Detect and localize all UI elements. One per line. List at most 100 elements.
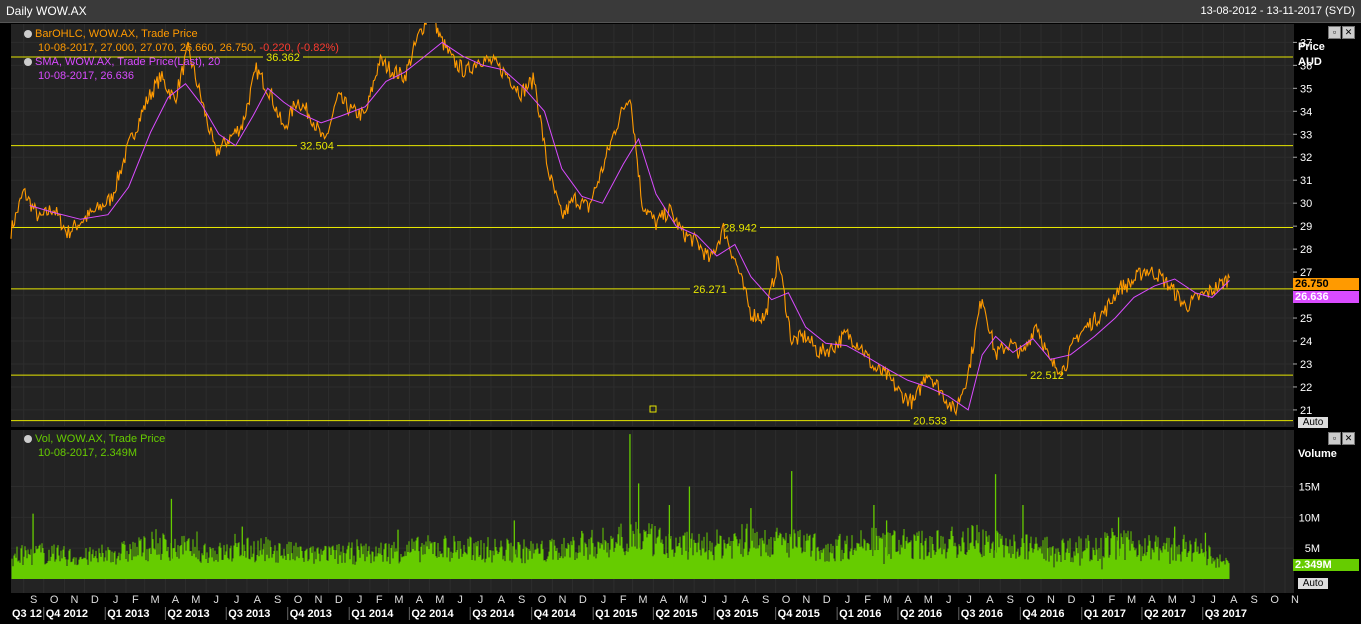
month-tick-label: N <box>802 594 810 606</box>
month-tick-label: D <box>823 594 831 606</box>
ohlc-legend-values: 10-08-2017, 27.000, 27.070, 26.660, 26.7… <box>38 42 257 54</box>
price-tick-label: 33 <box>1300 129 1312 141</box>
volume-settings-icon[interactable] <box>24 435 32 443</box>
month-tick-label: J <box>357 594 363 606</box>
price-pane[interactable] <box>11 24 1294 427</box>
volume-legend-title: Vol, WOW.AX, Trade Price <box>35 433 166 445</box>
volume-pane-restore-icon[interactable]: ▫ <box>1328 432 1341 445</box>
month-tick-label: A <box>498 594 506 606</box>
month-tick-label: O <box>782 594 791 606</box>
quarter-tick-label: Q4 2016 <box>1022 608 1064 620</box>
price-auto-button[interactable]: Auto <box>1298 417 1328 428</box>
quarter-tick-label: Q1 2016 <box>839 608 881 620</box>
quarter-tick-label: Q1 2017 <box>1084 608 1126 620</box>
month-tick-label: A <box>416 594 424 606</box>
month-tick-label: J <box>966 594 972 606</box>
horizontal-line-label: 26.271 <box>693 284 727 296</box>
month-tick-label: N <box>1291 594 1299 606</box>
month-tick-label: A <box>1148 594 1156 606</box>
window-titlebar: Daily WOW.AX 13-08-2012 - 13-11-2017 (SY… <box>0 0 1361 23</box>
ohlc-legend[interactable]: BarOHLC, WOW.AX, Trade Price 10-08-2017,… <box>24 27 339 55</box>
quarter-tick-label: Q2 2015 <box>655 608 697 620</box>
month-tick-label: A <box>254 594 262 606</box>
last-sma-tag: 26.636 <box>1293 291 1359 303</box>
price-tick-label: 31 <box>1300 175 1312 187</box>
month-tick-label: A <box>1230 594 1238 606</box>
month-tick-label: J <box>1190 594 1196 606</box>
month-tick-label: N <box>314 594 322 606</box>
volume-auto-button[interactable]: Auto <box>1298 578 1328 589</box>
month-tick-label: J <box>457 594 463 606</box>
sma-settings-icon[interactable] <box>24 58 32 66</box>
sma-legend[interactable]: SMA, WOW.AX, Trade Price(Last), 20 10-08… <box>24 55 220 83</box>
ohlc-settings-icon[interactable] <box>24 30 32 38</box>
month-tick-label: M <box>883 594 892 606</box>
month-tick-label: A <box>904 594 912 606</box>
price-pane-close-icon[interactable]: ✕ <box>1342 26 1355 39</box>
quarter-tick-label: Q1 2013 <box>107 608 149 620</box>
month-tick-label: N <box>558 594 566 606</box>
volume-pane-close-icon[interactable]: ✕ <box>1342 432 1355 445</box>
price-tick-label: 30 <box>1300 198 1312 210</box>
month-tick-label: M <box>1127 594 1136 606</box>
ohlc-legend-change: -0.220, (-0.82%) <box>259 42 339 54</box>
month-tick-label: F <box>864 594 871 606</box>
sma-legend-values: 10-08-2017, 26.636 <box>38 70 135 82</box>
quarter-tick-label: Q4 2012 <box>46 608 88 620</box>
month-tick-label: N <box>1047 594 1055 606</box>
month-tick-label: J <box>722 594 728 606</box>
month-tick-label: O <box>1270 594 1279 606</box>
month-tick-label: O <box>538 594 547 606</box>
volume-tick-label: 10M <box>1299 512 1320 524</box>
quarter-tick-label: Q2 2013 <box>167 608 209 620</box>
month-tick-label: J <box>845 594 851 606</box>
volume-legend[interactable]: Vol, WOW.AX, Trade Price 10-08-2017, 2.3… <box>24 432 165 460</box>
month-tick-label: J <box>478 594 484 606</box>
month-tick-label: O <box>294 594 303 606</box>
volume-legend-values: 10-08-2017, 2.349M <box>38 447 138 459</box>
month-tick-label: M <box>1168 594 1177 606</box>
month-tick-label: D <box>91 594 99 606</box>
month-tick-label: A <box>660 594 668 606</box>
month-tick-label: A <box>172 594 180 606</box>
quarter-tick-label: Q2 2017 <box>1144 608 1186 620</box>
month-tick-label: D <box>579 594 587 606</box>
month-tick-label: M <box>435 594 444 606</box>
ohlc-legend-title: BarOHLC, WOW.AX, Trade Price <box>35 28 198 40</box>
month-tick-label: F <box>620 594 627 606</box>
quarter-tick-label: Q1 2015 <box>595 608 637 620</box>
month-tick-label: M <box>679 594 688 606</box>
month-tick-label: S <box>30 594 37 606</box>
volume-axis-title: Volume <box>1298 448 1337 460</box>
month-tick-label: F <box>132 594 139 606</box>
sma-legend-title: SMA, WOW.AX, Trade Price(Last), 20 <box>35 56 221 68</box>
price-tick-label: 23 <box>1300 359 1312 371</box>
last-volume-tag: 2.349M <box>1293 559 1359 571</box>
horizontal-line-label: 22.512 <box>1030 370 1064 382</box>
month-tick-label: F <box>1108 594 1115 606</box>
price-tick-label: 32 <box>1300 152 1312 164</box>
price-tick-label: 21 <box>1300 405 1312 417</box>
quarter-tick-label: Q2 2014 <box>411 608 454 620</box>
quarter-tick-label: Q3 12 <box>12 608 42 620</box>
month-tick-label: J <box>1210 594 1216 606</box>
price-tick-label: 24 <box>1300 336 1312 348</box>
chart-canvas[interactable]: 36.36232.50428.94226.27122.51220.533 212… <box>0 23 1361 624</box>
month-tick-label: J <box>113 594 119 606</box>
quarter-tick-label: Q4 2014 <box>534 608 577 620</box>
month-tick-label: M <box>924 594 933 606</box>
quarter-axis: Q3 12 Q4 2012 Q1 2013 Q2 2013 Q3 2013 Q4 2013… <box>12 607 1247 620</box>
quarter-tick-label: Q3 2016 <box>961 608 1003 620</box>
month-tick-label: O <box>50 594 59 606</box>
price-axis-title: Price <box>1298 41 1325 53</box>
price-pane-restore-icon[interactable]: ▫ <box>1328 26 1341 39</box>
quarter-tick-label: Q3 2017 <box>1205 608 1247 620</box>
month-tick-label: D <box>335 594 343 606</box>
price-tick-label: 22 <box>1300 382 1312 394</box>
quarter-tick-label: Q3 2013 <box>228 608 270 620</box>
month-tick-label: A <box>986 594 994 606</box>
price-tick-label: 25 <box>1300 313 1312 325</box>
month-tick-label: J <box>213 594 219 606</box>
price-tick-label: 29 <box>1300 221 1312 233</box>
month-tick-label: S <box>1251 594 1258 606</box>
